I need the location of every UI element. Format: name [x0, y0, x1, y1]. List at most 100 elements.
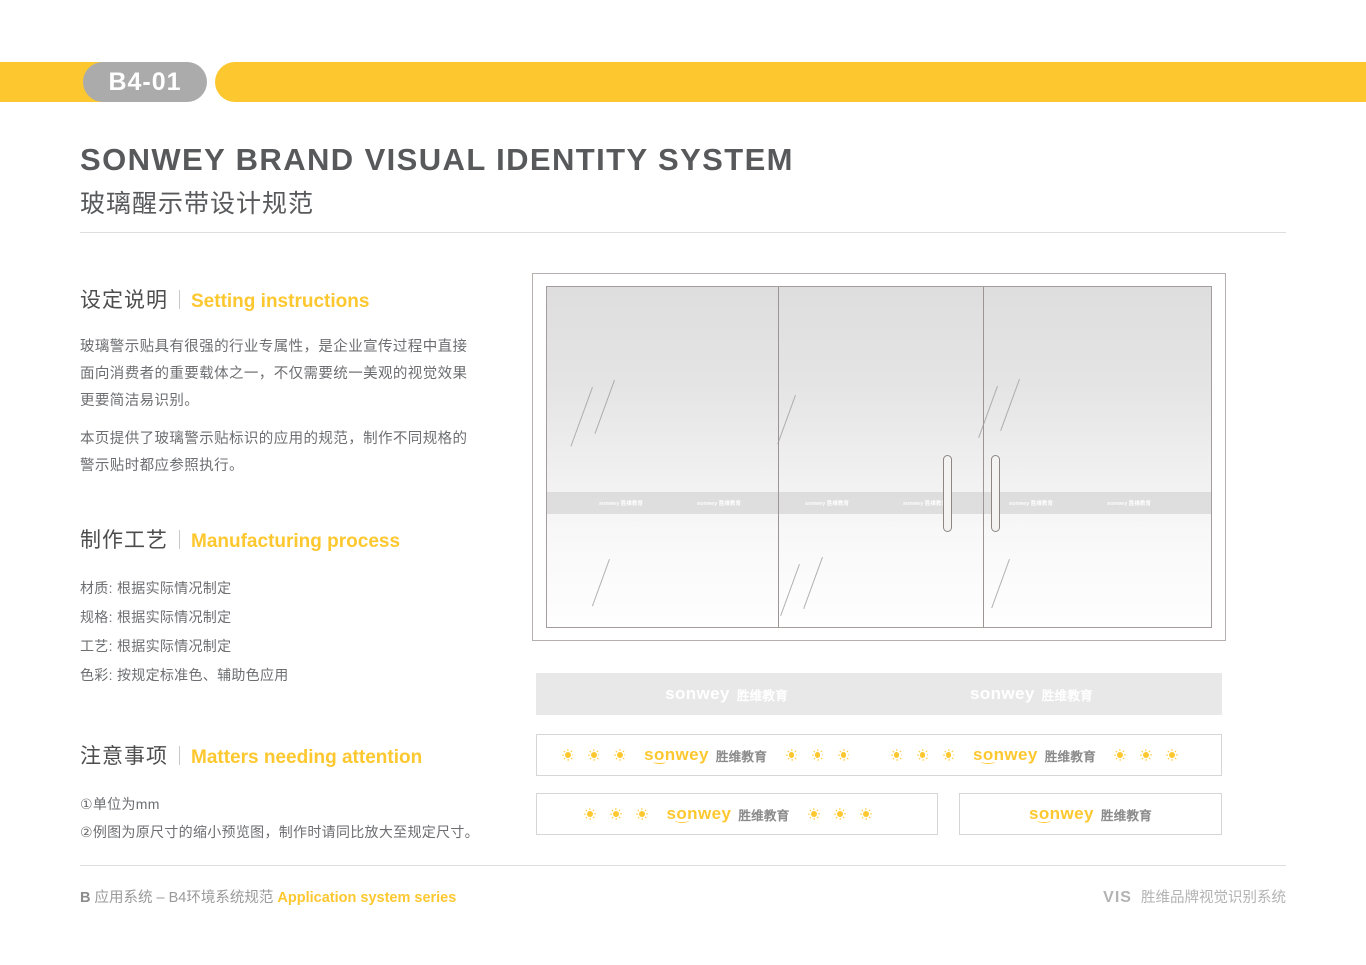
logo-wordmark: sonwey — [644, 745, 709, 764]
panel-divider-2 — [983, 287, 984, 627]
sun-icon — [584, 808, 597, 821]
glass-reflection-line — [1000, 379, 1020, 432]
band-logo-text: sonwey 胜维教育 — [697, 501, 741, 507]
glass-reflection-line — [591, 559, 610, 607]
sun-icon — [1166, 749, 1179, 762]
logo-chinese-name: 胜维教育 — [715, 749, 767, 764]
sun-icon — [636, 808, 649, 821]
door-handle-right — [991, 455, 1000, 532]
sun-icon — [811, 749, 824, 762]
logo-chinese-name: 胜维教育 — [1044, 749, 1096, 764]
setting-paragraph-2: 本页提供了玻璃警示贴标识的应用的规范，制作不同规格的警示贴时都应参照执行。 — [80, 431, 468, 474]
sun-icon — [942, 749, 955, 762]
heading-separator — [179, 745, 180, 765]
sonwey-logo-lockup: sonwey 胜维教育 — [1029, 804, 1152, 824]
strip-content: sonwey 胜维教育 — [1029, 804, 1152, 824]
glass-door-panels: sonwey 胜维教育 sonwey 胜维教育 sonwey 胜维教育 sonwey … — [546, 286, 1212, 628]
sonwey-logo-lockup: sonwey 胜维教育 — [665, 684, 788, 704]
footer-right: VIS 胜维品牌视觉识别系统 — [1103, 886, 1286, 907]
sun-icon — [807, 808, 820, 821]
footer-vis-label: VIS — [1103, 889, 1132, 906]
sonwey-logo-lockup: sonwey 胜维教育 — [667, 804, 790, 824]
footer-left-english: Application system series — [277, 890, 457, 906]
sample-strip-gray-band: sonwey 胜维教育 sonwey 胜维教育 — [536, 673, 1222, 715]
band-logo-text: sonwey 胜维教育 — [903, 501, 947, 507]
logo-smile-icon — [981, 759, 995, 764]
logo-wordmark: sonwey — [970, 684, 1035, 703]
setting-paragraph-1: 玻璃警示贴具有很强的行业专属性，是企业宣传过程中直接面向消费者的重要载体之一，不… — [80, 339, 468, 409]
logo-chinese-name: 胜维教育 — [738, 808, 790, 823]
page-title-english: SONWEY BRAND VISUAL IDENTITY SYSTEM — [80, 142, 794, 177]
logo-wordmark: sonwey — [973, 745, 1038, 764]
spec-line-craft: 工艺: 根据实际情况制定 — [80, 638, 232, 654]
sample-strip-logo-only: sonwey 胜维教育 — [959, 793, 1222, 835]
section-heading-en: Manufacturing process — [191, 531, 401, 552]
band-logo-text: sonwey 胜维教育 — [1107, 501, 1151, 507]
strip-content: sonwey 胜维教育 sonwey 胜维教育 — [561, 745, 1197, 765]
glass-reflection-line — [978, 386, 998, 439]
sun-icon — [916, 749, 929, 762]
heading-separator — [179, 529, 180, 549]
section-heading-matters-attention: 注意事项 Matters needing attention — [80, 740, 480, 770]
section-heading-cn: 设定说明 — [80, 289, 168, 312]
footer-right-chinese: 胜维品牌视觉识别系统 — [1141, 890, 1286, 906]
page-code-badge: B4-01 — [83, 62, 207, 102]
logo-smile-icon — [1037, 818, 1052, 823]
section-heading-en: Setting instructions — [191, 291, 370, 312]
glass-reflection-line — [803, 557, 823, 610]
left-content-column: 设定说明 Setting instructions 玻璃警示贴具有很强的行业专属… — [80, 284, 480, 845]
strip-content: sonwey 胜维教育 — [584, 804, 891, 824]
sun-icon — [785, 749, 798, 762]
sonwey-logo-lockup: sonwey 胜维教育 — [644, 745, 767, 765]
title-divider — [80, 232, 1286, 233]
spec-line-size: 规格: 根据实际情况制定 — [80, 609, 232, 625]
logo-wordmark: sonwey — [665, 684, 730, 703]
sun-icon — [837, 749, 850, 762]
sun-icon — [1140, 749, 1153, 762]
logo-chinese-name: 胜维教育 — [1100, 808, 1152, 823]
glass-warning-band: sonwey 胜维教育 sonwey 胜维教育 sonwey 胜维教育 sonwey … — [547, 492, 1211, 514]
footer-left-chinese: 应用系统 – B4环境系统规范 — [94, 890, 274, 906]
sun-icon — [833, 808, 846, 821]
logo-chinese-name: 胜维教育 — [736, 688, 788, 703]
logo-wordmark: sonwey — [666, 804, 732, 823]
panel-divider-1 — [778, 287, 779, 627]
band-logo-text: sonwey 胜维教育 — [1009, 501, 1053, 507]
strip-content: sonwey 胜维教育 sonwey 胜维教育 — [665, 684, 1093, 704]
sun-icon — [613, 749, 626, 762]
sun-icon — [610, 808, 623, 821]
sun-icon — [587, 749, 600, 762]
header-bar: B4-01 — [0, 62, 1366, 102]
section-heading-en: Matters needing attention — [191, 747, 423, 768]
sun-icon — [859, 808, 872, 821]
sonwey-logo-lockup: sonwey 胜维教育 — [970, 684, 1093, 704]
sonwey-logo-lockup: sonwey 胜维教育 — [973, 745, 1096, 765]
glass-reflection-line — [777, 395, 796, 445]
glass-door-illustration: sonwey 胜维教育 sonwey 胜维教育 sonwey 胜维教育 sonwey … — [532, 273, 1226, 641]
sun-icon — [890, 749, 903, 762]
glass-reflection-line — [594, 380, 615, 434]
logo-smile-icon — [652, 759, 667, 764]
glass-reflection-line — [780, 564, 800, 617]
sun-icon — [561, 749, 574, 762]
section-heading-manufacturing-process: 制作工艺 Manufacturing process — [80, 524, 480, 554]
note-line-1: ①单位为mm — [80, 796, 160, 812]
section-heading-cn: 制作工艺 — [80, 529, 168, 552]
sun-icon — [1114, 749, 1127, 762]
section-heading-cn: 注意事项 — [80, 745, 168, 768]
footer-divider — [80, 865, 1286, 866]
header-bar-right-segment — [215, 62, 1366, 102]
logo-wordmark: sonwey — [1029, 804, 1094, 823]
band-logo-text: sonwey 胜维教育 — [599, 501, 643, 507]
glass-reflection-line — [991, 559, 1010, 609]
footer-left: B 应用系统 – B4环境系统规范 Application system ser… — [80, 886, 456, 907]
sample-strip-wide-suns: sonwey 胜维教育 sonwey 胜维教育 — [536, 734, 1222, 776]
heading-separator — [179, 289, 180, 309]
footer-section-letter: B — [80, 890, 91, 906]
logo-chinese-name: 胜维教育 — [1041, 688, 1093, 703]
note-line-2: ②例图为原尺寸的缩小预览图，制作时请同比放大至规定尺寸。 — [80, 824, 479, 840]
spec-line-material: 材质: 根据实际情况制定 — [80, 580, 232, 596]
vis-page: B4-01 SONWEY BRAND VISUAL IDENTITY SYSTE… — [0, 0, 1366, 965]
section-heading-setting-instructions: 设定说明 Setting instructions — [80, 284, 480, 314]
door-handle-left — [943, 455, 952, 532]
